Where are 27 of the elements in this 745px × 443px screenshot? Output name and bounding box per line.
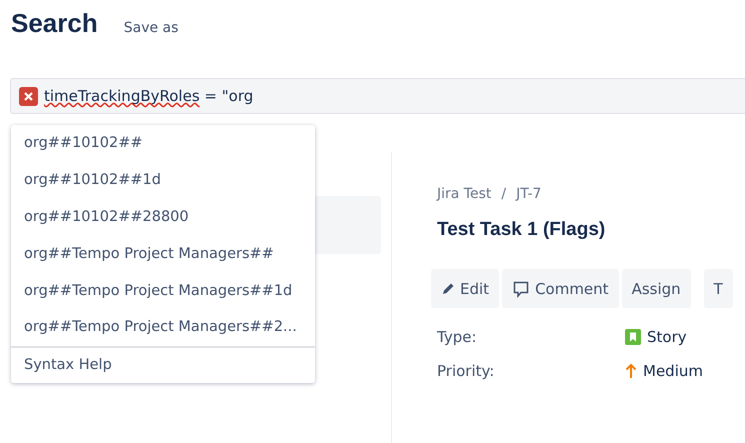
breadcrumb-link[interactable]: Jira Test xyxy=(437,186,492,202)
speech-bubble-icon xyxy=(512,280,530,298)
bookmark-icon xyxy=(625,329,641,345)
suggestion-item[interactable]: org##10102## xyxy=(11,125,315,162)
suggestion-item[interactable]: org##Tempo Project Managers##2... xyxy=(11,308,315,346)
up-arrow-icon xyxy=(625,363,637,379)
issue-title: Test Task 1 (Flags) xyxy=(437,219,606,241)
suggestion-item[interactable]: org##Tempo Project Managers## xyxy=(11,235,315,272)
query-field[interactable]: timeTrackingByRoles = "org xyxy=(10,78,745,114)
field-value: Story xyxy=(647,328,687,346)
action-button[interactable]: Assign xyxy=(622,269,691,308)
syntax-help-item[interactable]: Syntax Help xyxy=(11,346,315,383)
action-button[interactable]: Edit xyxy=(431,269,500,308)
action-button[interactable]: Comment xyxy=(502,269,619,308)
action-button[interactable]: T xyxy=(704,269,733,308)
query-text: timeTrackingByRoles = "org xyxy=(44,87,254,105)
breadcrumb-link[interactable]: JT-7 xyxy=(516,186,542,202)
suggestion-item[interactable]: org##10102##28800 xyxy=(11,198,315,236)
breadcrumb-separator: / xyxy=(501,186,506,202)
field-value: Medium xyxy=(643,362,703,380)
field-label: Type: xyxy=(437,328,478,346)
field-label: Priority: xyxy=(437,362,496,380)
save-as-link[interactable]: Save as xyxy=(124,20,178,36)
suggestion-item[interactable]: org##Tempo Project Managers##1d xyxy=(11,272,315,309)
page-title: Search xyxy=(11,8,98,39)
pencil-icon xyxy=(441,282,455,296)
suggestion-item[interactable]: org##10102##1d xyxy=(11,162,315,199)
